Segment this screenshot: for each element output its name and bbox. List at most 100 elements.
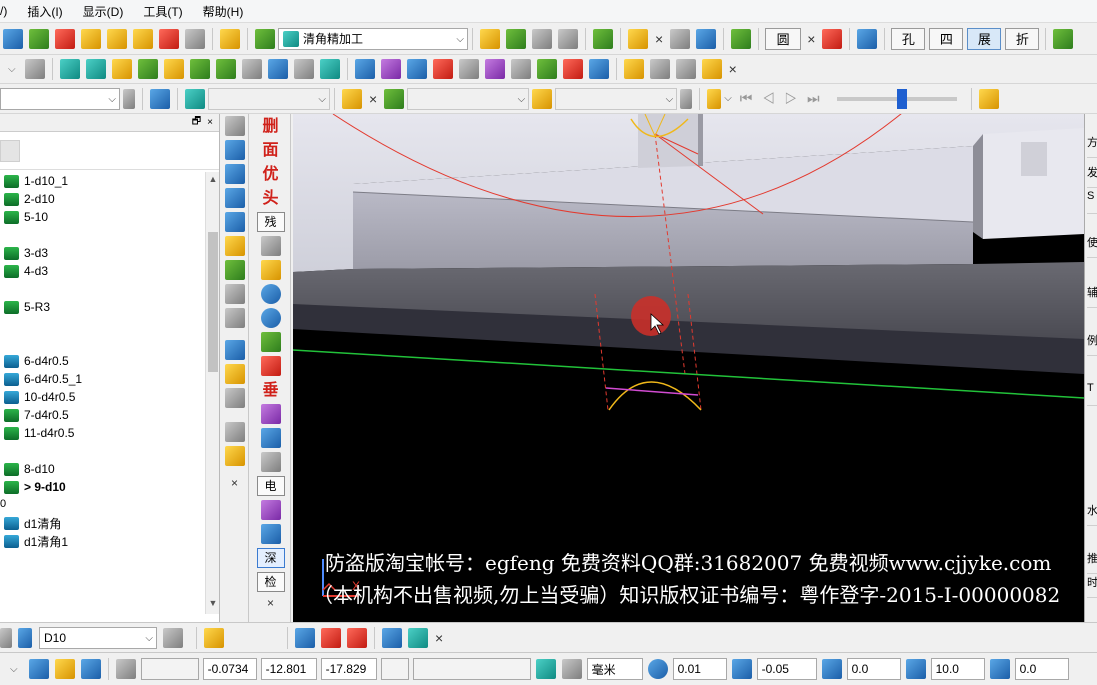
- corner-icon[interactable]: [380, 59, 401, 79]
- tool-icon[interactable]: [260, 236, 281, 256]
- shaded-icon[interactable]: [224, 340, 245, 360]
- property-label[interactable]: 例: [1087, 332, 1097, 356]
- property-label[interactable]: 水: [1087, 502, 1097, 526]
- circle-button[interactable]: 圆: [765, 27, 802, 50]
- extra-icon[interactable]: [1053, 28, 1074, 49]
- property-label[interactable]: 推: [1087, 550, 1097, 574]
- points-icon[interactable]: [159, 28, 179, 49]
- nodes-icon[interactable]: [432, 59, 453, 79]
- cap-icon[interactable]: [562, 59, 583, 79]
- zoom-fit-icon[interactable]: [224, 284, 245, 304]
- calculator-icon[interactable]: [532, 28, 552, 49]
- square-icon[interactable]: [857, 28, 878, 49]
- report-icon[interactable]: [978, 88, 999, 109]
- depth-button[interactable]: 深: [256, 548, 285, 568]
- view-iso-icon[interactable]: [224, 212, 245, 232]
- boat-icon[interactable]: [588, 59, 609, 79]
- property-label[interactable]: 使: [1087, 234, 1097, 258]
- slider-handle[interactable]: [896, 88, 907, 109]
- close-icon[interactable]: ×: [435, 630, 443, 646]
- tree-item[interactable]: 2-d10: [4, 190, 55, 208]
- settings-icon[interactable]: [408, 627, 428, 648]
- tool-db-icon[interactable]: [295, 627, 315, 648]
- palette-icon[interactable]: [260, 260, 281, 280]
- scrollbar-thumb[interactable]: [208, 232, 218, 372]
- four-button[interactable]: 四: [929, 27, 964, 50]
- snap-toggle[interactable]: [380, 658, 409, 680]
- close-icon[interactable]: ×: [807, 31, 815, 47]
- hand-icon[interactable]: [701, 59, 722, 79]
- cloud-icon[interactable]: [24, 59, 45, 79]
- diameter-field[interactable]: 10.0: [930, 658, 985, 680]
- leaf-icon[interactable]: [536, 59, 557, 79]
- chevron-up-icon[interactable]: ▲: [206, 174, 220, 188]
- operation-combo[interactable]: 清角精加工 ⌵: [278, 27, 468, 50]
- chart-icon[interactable]: [696, 28, 717, 49]
- close-icon[interactable]: ×: [729, 61, 737, 77]
- bulb-icon[interactable]: [649, 59, 670, 79]
- close-icon[interactable]: ×: [207, 117, 213, 128]
- settings-icon[interactable]: [319, 59, 340, 79]
- target-icon[interactable]: [260, 308, 281, 328]
- zoom-icon[interactable]: [224, 236, 245, 256]
- line-tool-icon[interactable]: [55, 28, 75, 49]
- tree-item[interactable]: 4-d3: [4, 262, 48, 280]
- angle-field[interactable]: 0.0: [1014, 658, 1069, 680]
- playback-controls[interactable]: ⏮ ◁ ▷ ⏭: [740, 90, 823, 107]
- check-button[interactable]: 检: [256, 572, 285, 592]
- menu-item-view-partial[interactable]: /): [0, 4, 7, 18]
- vertical-label[interactable]: 垂: [262, 378, 278, 402]
- plunge-icon[interactable]: [189, 59, 210, 79]
- axial-field[interactable]: 0.0: [846, 658, 901, 680]
- layers-icon[interactable]: [535, 659, 556, 679]
- expand-button[interactable]: 展: [967, 27, 1002, 50]
- chevron-down-icon[interactable]: ⌵: [724, 93, 732, 104]
- scale-icon[interactable]: [561, 659, 582, 679]
- clock-icon[interactable]: [293, 59, 314, 79]
- zoom-box-icon[interactable]: [224, 308, 245, 328]
- layers-icon[interactable]: [224, 364, 245, 384]
- workplane-icon[interactable]: [185, 88, 205, 109]
- corner-icon[interactable]: [260, 404, 281, 424]
- strategy-icon[interactable]: [255, 28, 275, 49]
- spiral-icon[interactable]: [137, 59, 158, 79]
- optimize-label[interactable]: 优: [262, 162, 278, 186]
- wave-icon[interactable]: [406, 59, 427, 79]
- tree-item[interactable]: 6-d4r0.5: [4, 352, 69, 370]
- view-left-icon[interactable]: [224, 164, 245, 184]
- view-cube-icon[interactable]: [1021, 142, 1047, 176]
- tree-item[interactable]: d1清角: [4, 514, 61, 532]
- tree-item[interactable]: 10-d4r0.5: [4, 388, 75, 406]
- restore-icon[interactable]: 🗗: [192, 114, 201, 131]
- undo-select-icon[interactable]: [224, 446, 245, 466]
- coord-z-field[interactable]: -17.829: [320, 658, 377, 680]
- tool-combo[interactable]: D10 ⌵: [39, 626, 157, 649]
- boundary-combo[interactable]: ⌵: [555, 87, 678, 110]
- probe-icon[interactable]: [260, 500, 281, 520]
- stock-icon[interactable]: [185, 28, 205, 49]
- wrench-icon[interactable]: [593, 28, 613, 49]
- residual-button[interactable]: 残: [256, 212, 285, 232]
- tree-item[interactable]: 5-10: [4, 208, 48, 226]
- view-front-icon[interactable]: [224, 140, 245, 160]
- wave-icon[interactable]: [260, 428, 281, 448]
- menu-item-insert[interactable]: 插入(I): [27, 3, 62, 20]
- tree-item[interactable]: 1-d10_1: [4, 172, 68, 190]
- feed-icon[interactable]: [107, 28, 127, 49]
- setup-icon[interactable]: [506, 28, 526, 49]
- property-label[interactable]: S: [1087, 190, 1097, 214]
- property-label[interactable]: 时: [1087, 574, 1097, 598]
- part-cube-icon[interactable]: [3, 28, 23, 49]
- select-arrow-icon[interactable]: [224, 422, 245, 442]
- workplane-combo[interactable]: ⌵: [208, 87, 330, 110]
- ruler-icon[interactable]: [558, 28, 578, 49]
- tree-item[interactable]: 11-d4r0.5: [4, 424, 74, 442]
- globe-icon[interactable]: [224, 388, 245, 408]
- snap-icon-2[interactable]: [54, 659, 75, 679]
- pencil-icon[interactable]: [382, 627, 402, 648]
- lines-icon[interactable]: [354, 59, 375, 79]
- delete-label[interactable]: 删: [262, 114, 278, 138]
- link-icon[interactable]: [458, 59, 479, 79]
- surface-icon[interactable]: [215, 59, 236, 79]
- bulb-icon[interactable]: [680, 88, 693, 109]
